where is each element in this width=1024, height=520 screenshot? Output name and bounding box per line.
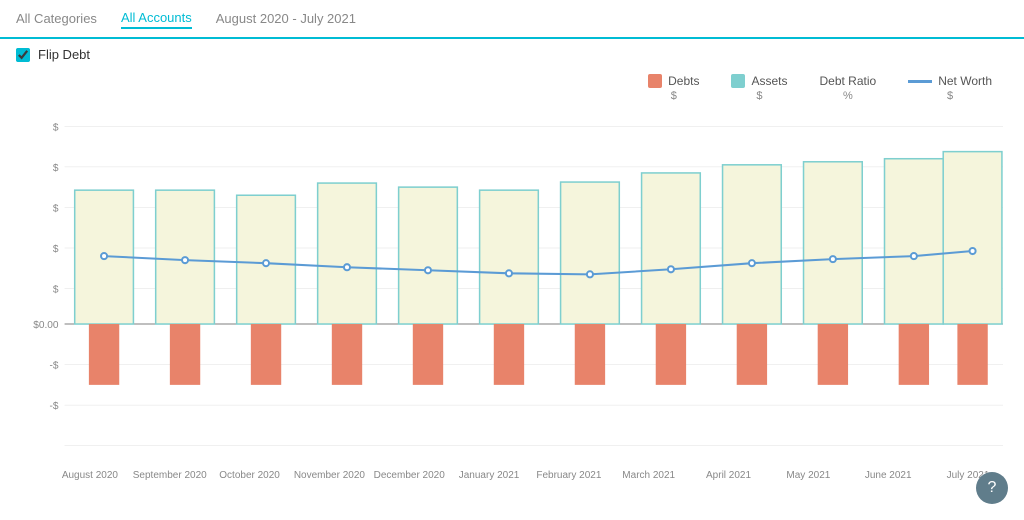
assets-color [731, 74, 745, 88]
top-bar: All Categories All Accounts August 2020 … [0, 0, 1024, 39]
asset-bar-11 [943, 152, 1002, 324]
debt-bar-9 [818, 324, 848, 385]
asset-bar-7 [642, 173, 701, 324]
net-worth-label: Net Worth [938, 74, 992, 88]
net-worth-dot-5 [506, 270, 512, 276]
assets-label: Assets [751, 74, 787, 88]
asset-bar-9 [804, 162, 863, 324]
svg-text:$0.00: $0.00 [33, 320, 59, 331]
debt-bar-4 [413, 324, 443, 385]
asset-bar-8 [723, 165, 782, 324]
asset-bar-10 [885, 159, 944, 324]
svg-text:-$: -$ [50, 361, 59, 372]
chart-area: $ $ $ $ $ $0.00 -$ -$ [16, 106, 1008, 466]
flip-debt-row: Flip Debt [0, 39, 1024, 70]
asset-bar-3 [318, 183, 377, 324]
legend: Debts $ Assets $ Debt Ratio % Net Worth … [0, 70, 1024, 106]
all-categories-tab[interactable]: All Categories [16, 9, 97, 28]
svg-text:$: $ [53, 244, 59, 255]
debt-bar-3 [332, 324, 362, 385]
x-label-6: February 2021 [529, 470, 609, 481]
x-label-9: May 2021 [768, 470, 848, 481]
debt-bar-5 [494, 324, 524, 385]
net-worth-dot-8 [749, 260, 755, 266]
x-label-2: October 2020 [210, 470, 290, 481]
svg-text:$: $ [53, 285, 59, 296]
debts-color [648, 74, 662, 88]
net-worth-dot-2 [263, 260, 269, 266]
legend-net-worth: Net Worth $ [908, 74, 992, 102]
debt-bar-6 [575, 324, 605, 385]
debts-label: Debts [668, 74, 699, 88]
svg-text:$: $ [53, 203, 59, 214]
debt-bar-8 [737, 324, 767, 385]
flip-debt-label: Flip Debt [38, 47, 90, 62]
x-label-3: November 2020 [289, 470, 369, 481]
net-worth-dot-4 [425, 267, 431, 273]
legend-assets: Assets $ [731, 74, 787, 102]
legend-debts: Debts $ [648, 74, 699, 102]
debt-bar-0 [89, 324, 119, 385]
x-label-10: June 2021 [848, 470, 928, 481]
debt-bar-7 [656, 324, 686, 385]
net-worth-dot-0 [101, 253, 107, 259]
help-button[interactable]: ? [976, 472, 1008, 504]
debts-unit: $ [671, 90, 677, 102]
asset-bar-6 [561, 182, 620, 324]
debt-ratio-label: Debt Ratio [820, 74, 877, 88]
net-worth-dot-1 [182, 257, 188, 263]
net-worth-dot-6 [587, 271, 593, 277]
net-worth-dot-11 [970, 248, 976, 254]
x-labels: August 2020 September 2020 October 2020 … [0, 466, 1024, 481]
debt-bar-10 [899, 324, 929, 385]
help-icon: ? [988, 479, 997, 497]
debt-bar-1 [170, 324, 200, 385]
x-label-8: April 2021 [689, 470, 769, 481]
debt-ratio-unit: % [843, 90, 853, 102]
net-worth-dot-3 [344, 264, 350, 270]
chart-svg: $ $ $ $ $ $0.00 -$ -$ [16, 106, 1008, 466]
legend-debt-ratio: Debt Ratio % [820, 74, 877, 102]
x-label-5: January 2021 [449, 470, 529, 481]
x-label-0: August 2020 [50, 470, 130, 481]
date-range-tab[interactable]: August 2020 - July 2021 [216, 9, 356, 28]
net-worth-unit: $ [947, 90, 953, 102]
net-worth-dot-10 [911, 253, 917, 259]
x-label-7: March 2021 [609, 470, 689, 481]
asset-bar-5 [480, 190, 539, 324]
x-label-4: December 2020 [369, 470, 449, 481]
debt-bar-2 [251, 324, 281, 385]
net-worth-dot-7 [668, 266, 674, 272]
asset-bar-4 [399, 187, 458, 324]
flip-debt-checkbox[interactable] [16, 48, 30, 62]
net-worth-line-icon [908, 80, 932, 83]
debt-bar-11 [957, 324, 987, 385]
svg-text:$: $ [53, 122, 59, 133]
x-label-1: September 2020 [130, 470, 210, 481]
all-accounts-tab[interactable]: All Accounts [121, 8, 192, 29]
svg-text:-$: -$ [50, 401, 59, 412]
net-worth-dot-9 [830, 256, 836, 262]
svg-text:$: $ [53, 163, 59, 174]
assets-unit: $ [756, 90, 762, 102]
